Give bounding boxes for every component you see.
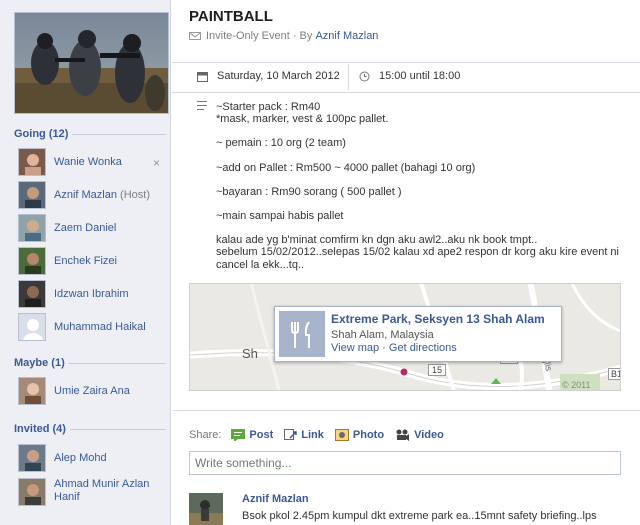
attendee-name[interactable]: Ahmad Munir Azlan Hanif: [54, 478, 154, 504]
clock-icon: [359, 71, 370, 81]
event-title: PAINTBALL: [189, 8, 273, 25]
avatar: [18, 214, 46, 242]
restaurant-icon: [279, 311, 325, 357]
attendee-item[interactable]: Muhammad Haikal: [18, 313, 146, 341]
divider: [172, 410, 640, 411]
attendee-item[interactable]: Zaem Daniel: [18, 214, 116, 242]
attendee-item[interactable]: Wanie Wonka: [18, 148, 122, 176]
description-line: ~ pemain : 10 org (2 team): [216, 137, 346, 150]
attendee-item[interactable]: Aznif Mazlan (Host): [18, 181, 150, 209]
post-text: Bsok pkol 2.45pm kumpul dkt extreme park…: [242, 510, 597, 522]
place-address: Shah Alam, Malaysia: [331, 329, 434, 341]
description-line: ~add on Pallet : Rm500 ~ 4000 pallet (ba…: [216, 161, 476, 174]
time-text: 15:00 until 18:00: [379, 70, 461, 82]
default-avatar-icon: [18, 313, 46, 341]
avatar: [18, 280, 46, 308]
event-description: ~Starter pack : Rm40 *mask, marker, vest…: [216, 101, 626, 283]
share-link-button[interactable]: Link: [284, 429, 324, 441]
attendee-name[interactable]: Idzwan Ibrahim: [54, 288, 129, 301]
date-text: Saturday, 10 March 2012: [217, 70, 340, 82]
attendee-name[interactable]: Enchek Fizei: [54, 255, 117, 268]
avatar: [18, 377, 46, 405]
avatar: [18, 478, 46, 506]
event-subline: Invite-Only Event · By Aznif Mazlan: [189, 30, 378, 42]
attendee-name[interactable]: Aznif Mazlan (Host): [54, 189, 150, 202]
host-link[interactable]: Aznif Mazlan: [315, 30, 378, 42]
attendee-name[interactable]: Wanie Wonka: [54, 156, 122, 169]
attendee-item[interactable]: Ahmad Munir Azlan Hanif: [18, 478, 154, 508]
attendee-name[interactable]: Alep Mohd: [54, 452, 107, 465]
avatar: [18, 444, 46, 472]
share-photo-button[interactable]: Photo: [334, 429, 384, 441]
post-author-link[interactable]: Aznif Mazlan: [242, 493, 309, 505]
going-section-title[interactable]: Going (12): [14, 128, 68, 140]
event-cover-photo[interactable]: [14, 12, 169, 114]
map-copyright: © 2011 Microsoft: [562, 380, 591, 390]
description-line: kalau ade yg b'minat comfirm kn dgn aku …: [216, 234, 619, 271]
section-divider: [70, 429, 166, 430]
view-map-link[interactable]: View map: [331, 342, 379, 354]
avatar: [18, 181, 46, 209]
attendee-name[interactable]: Zaem Daniel: [54, 222, 116, 235]
share-bar: Share: Post Link Photo Video: [189, 429, 455, 441]
link-separator: ·: [382, 342, 386, 354]
attendee-item[interactable]: Alep Mohd: [18, 444, 107, 472]
map-place-label: Sh: [242, 346, 258, 361]
event-main: PAINTBALL Invite-Only Event · By Aznif M…: [172, 0, 640, 525]
event-time: 15:00 until 18:00: [359, 70, 460, 82]
share-post-button[interactable]: Post: [231, 429, 273, 441]
road-marker: 15: [428, 364, 447, 376]
avatar[interactable]: [189, 493, 223, 525]
avatar: [18, 247, 46, 275]
envelope-icon: [189, 32, 201, 40]
left-column: Going (12) Wanie Wonka × Aznif Mazlan (H…: [0, 0, 171, 525]
get-directions-link[interactable]: Get directions: [389, 342, 457, 354]
attendee-name[interactable]: Umie Zaira Ana: [54, 385, 130, 398]
avatar: [18, 148, 46, 176]
divider: [172, 92, 640, 93]
map-popup: Extreme Park, Seksyen 13 Shah Alam Shah …: [274, 306, 562, 362]
event-type: Invite-Only Event: [206, 30, 290, 42]
host-label: (Host): [120, 188, 150, 201]
description-line: ~main sampai habis pallet: [216, 210, 344, 223]
write-something-input[interactable]: Write something...: [189, 451, 621, 475]
map-links: View map · Get directions: [331, 342, 457, 354]
section-divider: [72, 134, 166, 135]
share-video-button[interactable]: Video: [395, 429, 444, 441]
event-date: Saturday, 10 March 2012: [197, 70, 340, 82]
attendee-item[interactable]: Idzwan Ibrahim: [18, 280, 129, 308]
attendee-item[interactable]: Umie Zaira Ana: [18, 377, 130, 405]
description-icon: [197, 101, 207, 110]
invited-section-title[interactable]: Invited (4): [14, 423, 66, 435]
remove-icon[interactable]: ×: [153, 156, 160, 170]
attendee-item[interactable]: Enchek Fizei: [18, 247, 117, 275]
section-divider: [68, 363, 166, 364]
link-icon: [284, 429, 298, 440]
calendar-icon: [197, 71, 208, 82]
place-name-link[interactable]: Extreme Park, Seksyen 13 Shah Alam: [331, 312, 545, 326]
description-line: ~Starter pack : Rm40 *mask, marker, vest…: [216, 101, 389, 126]
share-label: Share:: [189, 429, 222, 441]
attendee-name[interactable]: Muhammad Haikal: [54, 321, 146, 334]
location-map[interactable]: 15 15 B1 Jalan Majlis Sh © 2011 Microsof…: [189, 283, 621, 391]
maybe-section-title[interactable]: Maybe (1): [14, 357, 65, 369]
description-line: ~bayaran : Rm90 sorang ( 500 pallet ): [216, 185, 402, 198]
divider: [172, 62, 640, 63]
video-camera-icon: [396, 429, 410, 441]
by-prefix: · By: [292, 30, 313, 42]
status-icon: [231, 429, 246, 441]
divider: [348, 64, 349, 90]
photo-icon: [334, 429, 349, 441]
road-marker: B1: [608, 368, 620, 380]
